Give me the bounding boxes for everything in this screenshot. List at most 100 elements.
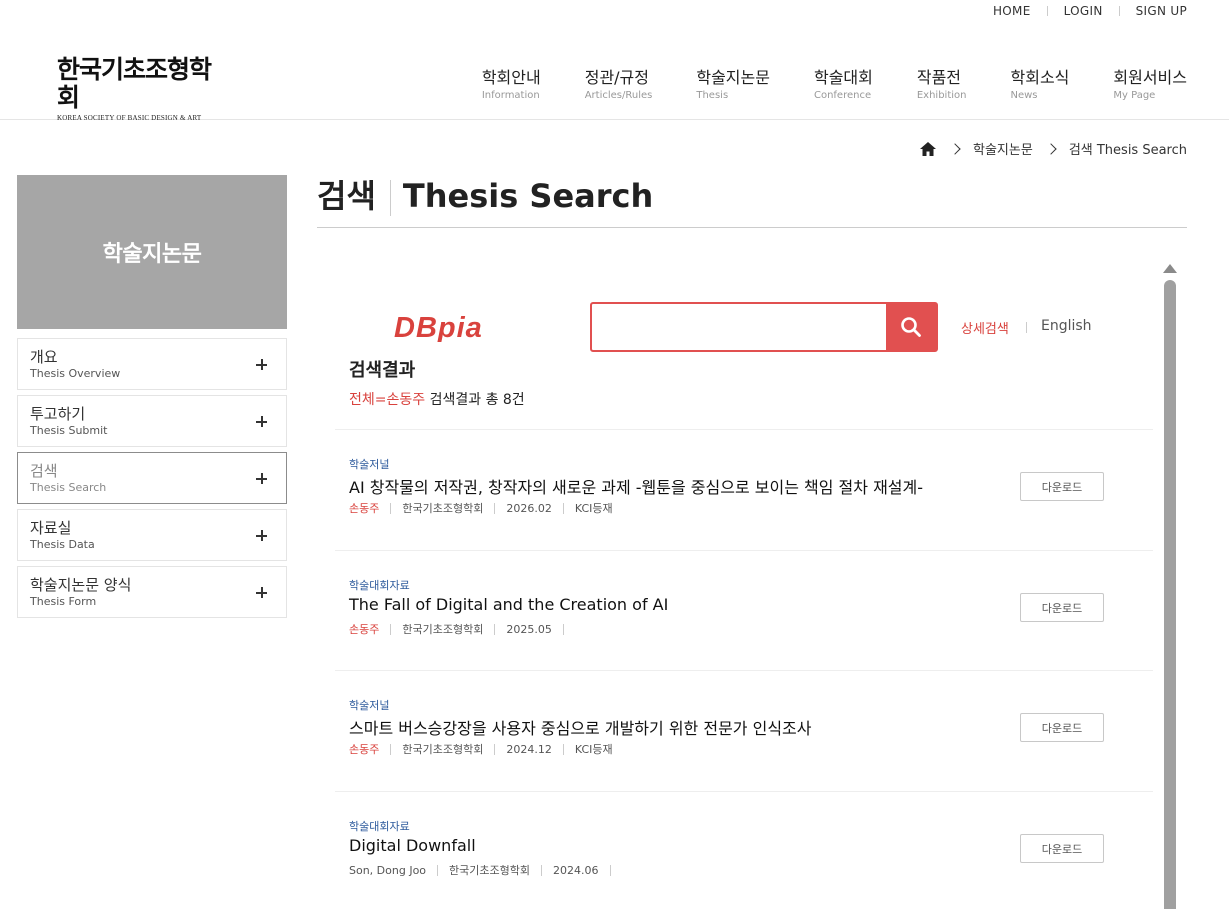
nav-item-sublabel: News <box>1010 90 1038 101</box>
result-item: 학술저널 스마트 버스승강장을 사용자 중심으로 개발하기 위한 전문가 인식조… <box>335 670 1153 791</box>
result-item: 학술대회자료 The Fall of Digital and the Creat… <box>335 550 1153 671</box>
scrollbar-thumb[interactable] <box>1164 280 1176 909</box>
sidebar-item-sublabel: Thesis Data <box>30 538 95 551</box>
sidebar-item-submit[interactable]: 투고하기 Thesis Submit <box>17 395 287 447</box>
site-logo[interactable]: 한국기초조형학회 KOREA SOCIETY OF BASIC DESIGN &… <box>57 56 217 123</box>
divider <box>390 623 392 635</box>
download-button[interactable]: 다운로드 <box>1020 834 1104 863</box>
results-query: 전체=손동주 <box>349 392 426 408</box>
result-meta: 손동주 한국기초조형학회 2025.05 <box>349 621 575 637</box>
sidebar-item-data[interactable]: 자료실 Thesis Data <box>17 509 287 561</box>
result-type: 학술대회자료 <box>349 579 410 592</box>
sidebar-item-sublabel: Thesis Overview <box>30 367 121 380</box>
dbpia-logo-text: DBpia <box>394 312 483 342</box>
results-count: 검색결과 총 8건 <box>429 392 525 408</box>
login-link[interactable]: LOGIN <box>1048 4 1119 18</box>
divider <box>562 743 564 755</box>
result-date: 2026.02 <box>506 501 552 515</box>
nav-item-sublabel: Exhibition <box>916 90 967 101</box>
result-author[interactable]: 손동주 <box>349 741 379 757</box>
divider <box>494 623 496 635</box>
divider <box>609 864 611 876</box>
result-date: 2024.12 <box>506 742 552 756</box>
advanced-search-link[interactable]: 상세검색 <box>961 318 1009 337</box>
results-heading: 검색결과 <box>349 360 416 381</box>
search-input[interactable] <box>592 304 886 350</box>
result-title[interactable]: The Fall of Digital and the Creation of … <box>349 595 668 614</box>
breadcrumb: 학술지논문 검색 Thesis Search <box>919 139 1187 158</box>
nav-item-label: 학술지논문 <box>696 68 770 87</box>
plus-icon <box>256 530 267 541</box>
nav-item-mypage[interactable]: 회원서비스 My Page <box>1113 68 1187 103</box>
result-meta: 손동주 한국기초조형학회 2024.12 KCI등재 <box>349 741 613 757</box>
chevron-right-icon <box>949 142 961 155</box>
divider <box>541 864 543 876</box>
search-frame: DBpia 상세검색 English 검색결과 전체=손동주 검색결과 총 8건… <box>317 255 1187 909</box>
nav-item-news[interactable]: 학회소식 News <box>1011 68 1070 103</box>
sidebar-item-form[interactable]: 학술지논문 양식 Thesis Form <box>17 566 287 618</box>
page-title: 검색 Thesis Search <box>317 176 1187 228</box>
download-button[interactable]: 다운로드 <box>1020 593 1104 622</box>
search-icon <box>901 317 921 337</box>
sidebar-item-sublabel: Thesis Form <box>30 595 97 608</box>
result-publisher: 한국기초조형학회 <box>402 502 484 515</box>
sidebar-item-sublabel: Thesis Search <box>30 481 107 494</box>
divider <box>562 623 564 635</box>
result-author[interactable]: 손동주 <box>349 500 379 516</box>
result-item: 학술저널 AI 창작물의 저작권, 창작자의 새로운 과제 -웹툰을 중심으로 … <box>335 429 1153 550</box>
dbpia-logo[interactable]: DBpia <box>394 312 564 344</box>
result-publisher: 한국기초조형학회 <box>449 864 531 877</box>
divider <box>390 743 392 755</box>
breadcrumb-item[interactable]: 학술지논문 <box>973 139 1033 158</box>
result-title[interactable]: 스마트 버스승강장을 사용자 중심으로 개발하기 위한 전문가 인식조사 <box>349 715 811 739</box>
nav-item-label: 학술대회 <box>813 68 873 87</box>
scroll-up-arrow[interactable] <box>1163 264 1177 273</box>
page-title-en: Thesis Search <box>402 177 654 215</box>
download-button[interactable]: 다운로드 <box>1020 472 1104 501</box>
search-button[interactable] <box>886 304 936 350</box>
english-link[interactable]: English <box>1041 318 1092 334</box>
sidebar-item-label: 학술지논문 양식 <box>30 576 132 594</box>
divider <box>390 502 392 514</box>
home-link[interactable]: HOME <box>977 4 1047 18</box>
nav-item-sublabel: Articles/Rules <box>584 90 653 101</box>
divider <box>437 864 439 876</box>
page-title-ko: 검색 <box>317 177 376 215</box>
result-title[interactable]: AI 창작물의 저작권, 창작자의 새로운 과제 -웹툰을 중심으로 보이는 책… <box>349 474 923 498</box>
sidebar-item-search[interactable]: 검색 Thesis Search <box>17 452 287 504</box>
site-header: 한국기초조형학회 KOREA SOCIETY OF BASIC DESIGN &… <box>0 0 1229 123</box>
result-author[interactable]: Son, Dong Joo <box>349 864 426 877</box>
divider <box>389 180 391 216</box>
nav-item-exhibition[interactable]: 작품전 Exhibition <box>917 68 967 103</box>
chevron-right-icon <box>1045 142 1057 155</box>
nav-item-label: 회원서비스 <box>1113 68 1187 87</box>
nav-item-sublabel: Information <box>481 90 540 101</box>
search-box <box>590 302 938 352</box>
sidebar-title: 학술지논문 <box>17 175 287 329</box>
sidebar-item-label: 검색 <box>30 462 58 480</box>
result-meta: Son, Dong Joo 한국기초조형학회 2024.06 <box>349 862 622 878</box>
divider <box>494 502 496 514</box>
result-item: 학술대회자료 Digital Downfall Son, Dong Joo 한국… <box>335 791 1153 909</box>
sidebar-item-overview[interactable]: 개요 Thesis Overview <box>17 338 287 390</box>
home-icon[interactable] <box>919 141 937 157</box>
sidebar-item-label: 자료실 <box>30 519 72 537</box>
sidebar-item-sublabel: Thesis Submit <box>30 424 108 437</box>
divider <box>562 502 564 514</box>
result-title[interactable]: Digital Downfall <box>349 836 476 855</box>
nav-item-sublabel: Conference <box>813 90 872 101</box>
nav-item-information[interactable]: 학회안내 Information <box>482 68 541 103</box>
sidebar-item-label: 개요 <box>30 348 58 366</box>
signup-link[interactable]: SIGN UP <box>1120 4 1187 18</box>
result-author[interactable]: 손동주 <box>349 621 379 637</box>
main-nav: 학회안내 Information 정관/규정 Articles/Rules 학술… <box>482 68 1187 103</box>
result-date: 2024.06 <box>553 863 599 877</box>
download-button[interactable]: 다운로드 <box>1020 713 1104 742</box>
plus-icon <box>256 587 267 598</box>
result-meta: 손동주 한국기초조형학회 2026.02 KCI등재 <box>349 500 613 516</box>
result-type: 학술저널 <box>349 699 390 712</box>
divider <box>1026 322 1027 333</box>
nav-item-articles[interactable]: 정관/규정 Articles/Rules <box>585 68 653 103</box>
nav-item-thesis[interactable]: 학술지논문 Thesis <box>696 68 770 103</box>
nav-item-conference[interactable]: 학술대회 Conference <box>814 68 873 103</box>
